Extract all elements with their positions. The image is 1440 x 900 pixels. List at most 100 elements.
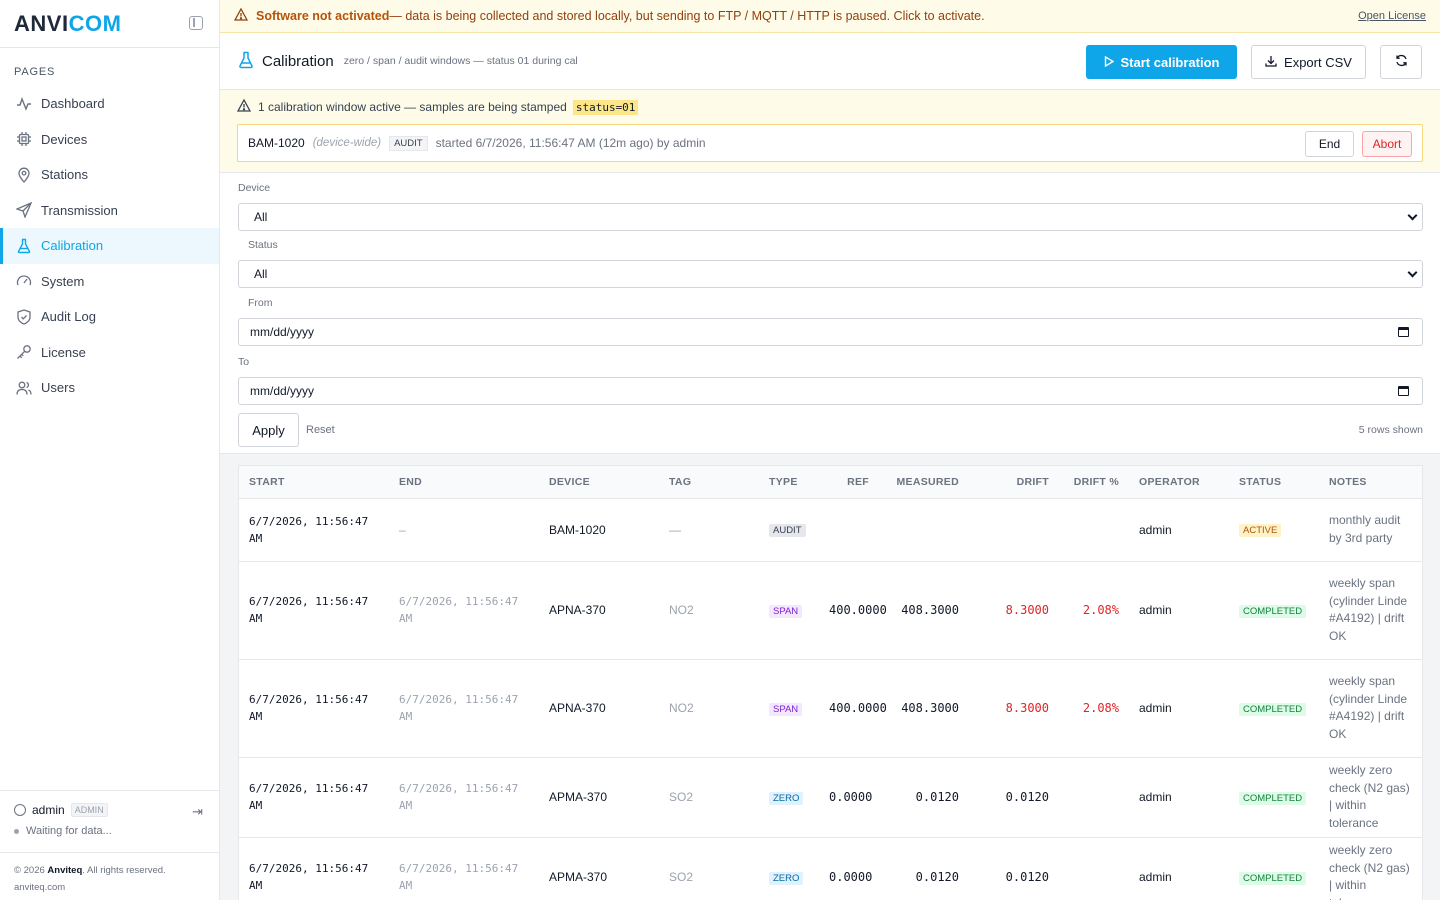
column-header[interactable]: START [239, 466, 389, 499]
column-header[interactable]: DRIFT % [1059, 466, 1129, 499]
cell-drift: 0.0120 [969, 837, 1059, 900]
page-subtitle: zero / span / audit windows — status 01 … [343, 55, 578, 67]
activity-icon [16, 96, 32, 112]
cell-notes: weekly zero check (N2 gas) | within tole… [1319, 837, 1422, 900]
type-badge: AUDIT [769, 524, 806, 537]
from-date-input[interactable]: mm/dd/yyyy [238, 318, 1423, 346]
cell-drift [969, 498, 1059, 562]
status-badge: COMPLETED [1239, 604, 1307, 618]
end-button[interactable]: End [1305, 131, 1354, 157]
map-pin-icon [16, 167, 32, 183]
table-header-row: START END DEVICE TAG TYPE REF MEASURED D… [239, 466, 1422, 499]
type-badge: SPAN [769, 604, 803, 618]
logout-icon[interactable]: ⇥ [192, 804, 203, 820]
sidebar-item-license[interactable]: License [0, 335, 219, 371]
cell-tag: NO2 [659, 561, 759, 660]
cell-device: APMA-370 [539, 837, 659, 900]
status-select[interactable]: All [238, 260, 1423, 288]
cell-device: BAM-1020 [539, 498, 659, 562]
table-row[interactable]: 6/7/2026, 11:56:47 AM – BAM-1020 — AUDIT… [239, 498, 1422, 562]
window-scope: (device-wide) [312, 137, 382, 149]
cell-start: 6/7/2026, 11:56:47 AM [239, 757, 389, 838]
cell-device: APMA-370 [539, 757, 659, 838]
cell-tag: SO2 [659, 837, 759, 900]
calendar-icon[interactable] [1398, 386, 1409, 396]
sidebar-item-label: Transmission [41, 202, 118, 218]
column-header[interactable]: MEASURED [879, 466, 969, 499]
column-header[interactable]: DRIFT [969, 466, 1059, 499]
cell-measured: 0.0120 [879, 837, 969, 900]
sidebar-item-calibration[interactable]: Calibration [0, 228, 219, 264]
table-row[interactable]: 6/7/2026, 11:56:47 AM 6/7/2026, 11:56:47… [239, 659, 1422, 758]
cell-type: ZERO [759, 757, 819, 838]
calendar-icon[interactable] [1398, 327, 1409, 337]
column-header[interactable]: DEVICE [539, 466, 659, 499]
window-device: BAM-1020 [248, 136, 305, 150]
table-row[interactable]: 6/7/2026, 11:56:47 AM 6/7/2026, 11:56:47… [239, 837, 1422, 900]
export-csv-button[interactable]: Export CSV [1251, 45, 1366, 79]
sidebar-item-label: Stations [41, 167, 88, 183]
sidebar: ANVICOM PAGES Dashboard Devices Stations… [0, 0, 220, 900]
device-select[interactable]: All [238, 203, 1423, 231]
key-icon [16, 344, 32, 360]
sidebar-item-transmission[interactable]: Transmission [0, 193, 219, 229]
open-license-link[interactable]: Open License [1358, 10, 1426, 22]
role-badge: ADMIN [70, 803, 108, 817]
apply-button[interactable]: Apply [238, 413, 299, 447]
sidebar-item-audit-log[interactable]: Audit Log [0, 299, 219, 335]
cell-device: APNA-370 [539, 659, 659, 758]
cell-ref: 400.0000 [819, 659, 887, 758]
main-content: Software not activated — data is being c… [220, 0, 1440, 900]
play-icon [1104, 55, 1114, 70]
brand-logo[interactable]: ANVICOM [14, 11, 121, 37]
cell-drift: 0.0120 [969, 757, 1059, 838]
cell-ref: 0.0000 [819, 757, 879, 838]
start-calibration-button[interactable]: Start calibration [1086, 45, 1237, 79]
type-badge: SPAN [769, 702, 803, 716]
filter-panel: Device All Status All From mm/dd/yyyy To… [220, 173, 1440, 454]
cell-end: 6/7/2026, 11:56:47 AM [389, 757, 539, 838]
cell-status: COMPLETED [1229, 659, 1319, 758]
sidebar-item-dashboard[interactable]: Dashboard [0, 86, 219, 122]
page-header: Calibration zero / span / audit windows … [220, 33, 1440, 90]
user-name: admin [32, 803, 65, 817]
sidebar-item-stations[interactable]: Stations [0, 157, 219, 193]
cell-drift-pct: 2.08% [1059, 659, 1129, 758]
refresh-button[interactable] [1380, 45, 1422, 79]
column-header[interactable]: REF [819, 466, 879, 499]
company-site-link[interactable]: anviteq.com [14, 879, 205, 896]
cell-notes: monthly audit by 3rd party [1319, 498, 1422, 562]
cell-operator: admin [1129, 837, 1229, 900]
column-header[interactable]: STATUS [1229, 466, 1319, 499]
cell-type: SPAN [759, 561, 819, 660]
cell-drift-pct [1059, 757, 1129, 838]
rows-shown-count: 5 rows shown [1358, 424, 1423, 436]
column-header[interactable]: END [389, 466, 539, 499]
sidebar-item-system[interactable]: System [0, 264, 219, 300]
sidebar-item-label: Calibration [41, 238, 104, 254]
cell-drift: 8.3000 [969, 561, 1059, 660]
gauge-icon [16, 273, 32, 289]
column-header[interactable]: OPERATOR [1129, 466, 1229, 499]
sidebar-item-devices[interactable]: Devices [0, 122, 219, 158]
sidebar-collapse-icon[interactable] [189, 16, 203, 30]
cell-tag: NO2 [659, 659, 759, 758]
status-dot-icon [14, 828, 19, 834]
table-row[interactable]: 6/7/2026, 11:56:47 AM 6/7/2026, 11:56:47… [239, 561, 1422, 660]
type-badge: ZERO [769, 871, 804, 885]
type-badge: ZERO [769, 791, 804, 805]
column-header[interactable]: NOTES [1319, 466, 1422, 499]
cell-ref: 0.0000 [819, 837, 879, 900]
column-header[interactable]: TAG [659, 466, 759, 499]
sidebar-item-users[interactable]: Users [0, 370, 219, 406]
table-row[interactable]: 6/7/2026, 11:56:47 AM 6/7/2026, 11:56:47… [239, 757, 1422, 838]
activation-banner[interactable]: Software not activated — data is being c… [220, 0, 1440, 33]
abort-button[interactable]: Abort [1362, 131, 1412, 157]
to-date-input[interactable]: mm/dd/yyyy [238, 377, 1423, 405]
column-header[interactable]: TYPE [759, 466, 819, 499]
calibration-table: START END DEVICE TAG TYPE REF MEASURED D… [238, 465, 1423, 900]
cell-ref [819, 498, 879, 562]
from-filter-label: From [248, 297, 273, 309]
reset-link[interactable]: Reset [306, 424, 335, 436]
user-box: admin ADMIN ⇥ Waiting for data... [0, 790, 219, 852]
